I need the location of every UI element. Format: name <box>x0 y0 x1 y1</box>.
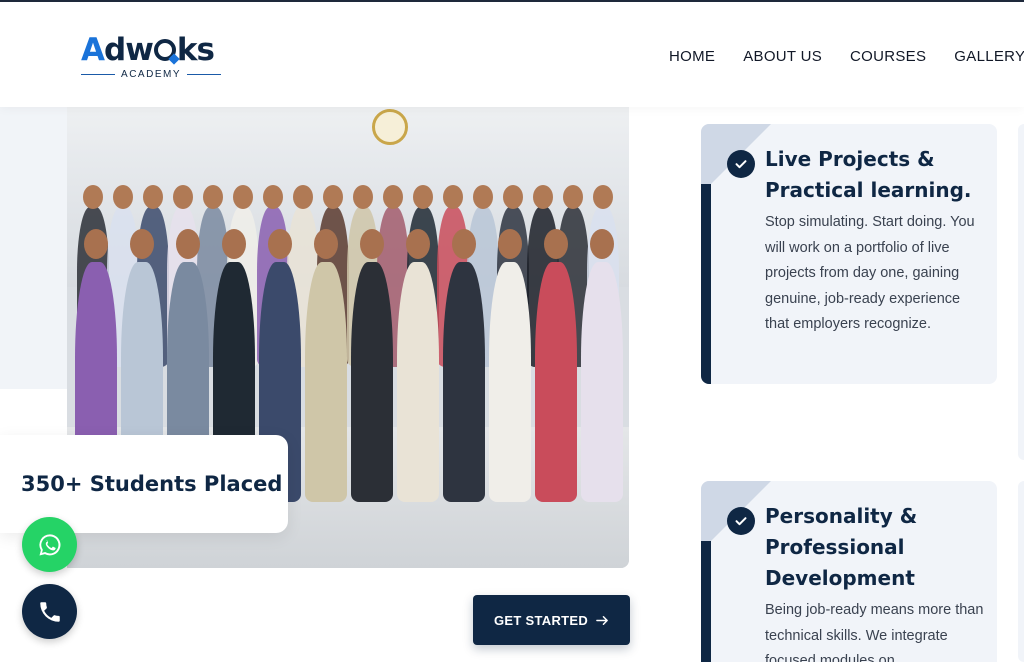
nav-courses[interactable]: COURSES <box>850 48 926 65</box>
person-head <box>263 185 283 209</box>
decorative-panel <box>0 107 67 389</box>
logo-subtitle: ACADEMY <box>81 69 222 80</box>
person-head <box>452 229 476 259</box>
feature-title: Personality & Professional Development <box>765 504 918 590</box>
person-head <box>233 185 253 209</box>
person-head <box>590 229 614 259</box>
person-head <box>83 185 103 209</box>
person-head <box>314 229 338 259</box>
person-head <box>84 229 108 259</box>
next-card-edge <box>1018 481 1024 662</box>
next-card-edge <box>1018 124 1024 460</box>
feature-card-personality: Personality & Professional Development B… <box>701 481 997 662</box>
adwoks-logo[interactable]: Adw ks ACADEMY <box>81 32 222 82</box>
person-head <box>443 185 463 209</box>
person-head <box>323 185 343 209</box>
feature-title: Live Projects & Practical learning. <box>765 147 972 202</box>
person-head <box>222 229 246 259</box>
whatsapp-button[interactable] <box>22 517 77 572</box>
nav-gallery[interactable]: GALLERY <box>954 48 1024 65</box>
person-silhouette <box>443 262 485 502</box>
call-button[interactable] <box>22 584 77 639</box>
phone-icon <box>39 601 60 622</box>
person-head <box>176 229 200 259</box>
whatsapp-icon <box>38 533 60 556</box>
person-silhouette <box>535 262 577 502</box>
check-circle-icon <box>727 150 755 178</box>
logo-wordmark: Adw ks <box>81 32 215 68</box>
person-silhouette <box>397 262 439 502</box>
person-head <box>593 185 613 209</box>
nav-home[interactable]: HOME <box>669 48 715 65</box>
check-circle-icon <box>727 507 755 535</box>
person-head <box>406 229 430 259</box>
person-silhouette <box>489 262 531 502</box>
placement-text: 350+ Students Placed <box>21 472 283 496</box>
person-head <box>113 185 133 209</box>
nav-about-us[interactable]: ABOUT US <box>743 48 822 65</box>
feature-description: Being job-ready means more than technica… <box>765 602 984 662</box>
arrow-right-icon <box>596 615 608 625</box>
person-silhouette <box>351 262 393 502</box>
person-head <box>503 185 523 209</box>
get-started-button[interactable]: GET STARTED <box>473 595 630 645</box>
feature-card-live-projects: Live Projects & Practical learning. Stop… <box>701 124 997 384</box>
person-head <box>173 185 193 209</box>
person-head <box>360 229 384 259</box>
person-head <box>473 185 493 209</box>
person-head <box>268 229 292 259</box>
person-head <box>130 229 154 259</box>
main-nav: HOME ABOUT US COURSES GALLERY <box>669 48 1024 65</box>
person-silhouette <box>581 262 623 502</box>
logo-academy-text: ACADEMY <box>121 69 181 80</box>
person-head <box>498 229 522 259</box>
feature-description: Stop simulating. Start doing. You will w… <box>765 214 975 332</box>
site-header: Adw ks ACADEMY HOME ABOUT US COURSES GALL… <box>0 0 1024 107</box>
person-head <box>383 185 403 209</box>
person-head <box>203 185 223 209</box>
person-head <box>353 185 373 209</box>
person-head <box>413 185 433 209</box>
person-head <box>563 185 583 209</box>
person-head <box>533 185 553 209</box>
get-started-label: GET STARTED <box>493 612 589 628</box>
person-head <box>544 229 568 259</box>
person-silhouette <box>305 262 347 502</box>
person-head <box>293 185 313 209</box>
clock-icon <box>372 109 408 145</box>
person-head <box>143 185 163 209</box>
